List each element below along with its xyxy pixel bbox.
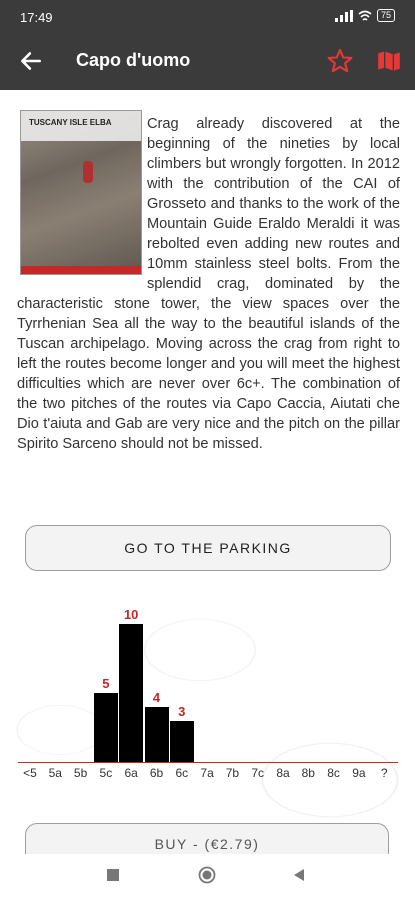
data-label-5c: 5 (102, 676, 110, 691)
tick-label-14: ? (380, 766, 388, 780)
buy-button[interactable]: BUY - (€2.79) (25, 823, 389, 854)
data-label-6b: 4 (152, 689, 161, 705)
tick-label-6: 6c (175, 766, 189, 780)
back-nav-icon[interactable] (292, 868, 306, 882)
tick-label-0: <5 (23, 766, 37, 780)
data-label-6c: 3 (178, 703, 186, 719)
grade-bar-5c (93, 693, 118, 762)
grade-bar-6b (144, 706, 169, 762)
tick-label-8: 7b (225, 766, 240, 780)
page-title: Capo d'uomo (76, 50, 191, 70)
app-bar: Capo d'uomo (0, 34, 415, 90)
tick-label-4: 6a (124, 766, 138, 780)
crag-description: Crag already discovered at the beginning… (17, 114, 400, 454)
tick-label-13: 9a (352, 766, 366, 780)
status-bar: 17:49 75 (0, 0, 415, 34)
tick-label-9: 7c (251, 766, 265, 780)
grade-bar-6c (169, 720, 194, 762)
map-icon[interactable] (376, 48, 402, 74)
tick-label-5: 6b (149, 766, 164, 780)
data-label-6a: 10 (123, 607, 139, 622)
tick-label-1: 5a (48, 766, 62, 780)
tick-label-3: 5c (99, 766, 113, 780)
recent-apps-icon[interactable] (106, 868, 120, 882)
favorite-star-icon[interactable] (326, 47, 354, 75)
crag-detail: TUSCANY ISLE ELBA Crag already discovere… (0, 90, 415, 854)
tick-label-2: 5b (73, 766, 88, 780)
tick-label-10: 8a (276, 766, 290, 780)
grade-bar-6a (119, 624, 144, 762)
home-icon[interactable] (198, 866, 216, 884)
battery-icon: 75 (376, 9, 395, 22)
tick-label-12: 8c (327, 766, 340, 780)
system-nav-bar (0, 854, 415, 900)
tick-label-7: 7a (200, 766, 214, 780)
back-arrow-icon[interactable] (18, 48, 44, 74)
signal-icon (334, 9, 353, 22)
tick-label-11: 8b (301, 766, 315, 780)
go-to-parking-button[interactable]: GO TO THE PARKING (25, 525, 391, 571)
wifi-icon (358, 10, 372, 21)
status-time: 17:49 (20, 10, 53, 25)
status-icons: 75 (334, 9, 395, 22)
chart-axis-line (18, 762, 398, 763)
